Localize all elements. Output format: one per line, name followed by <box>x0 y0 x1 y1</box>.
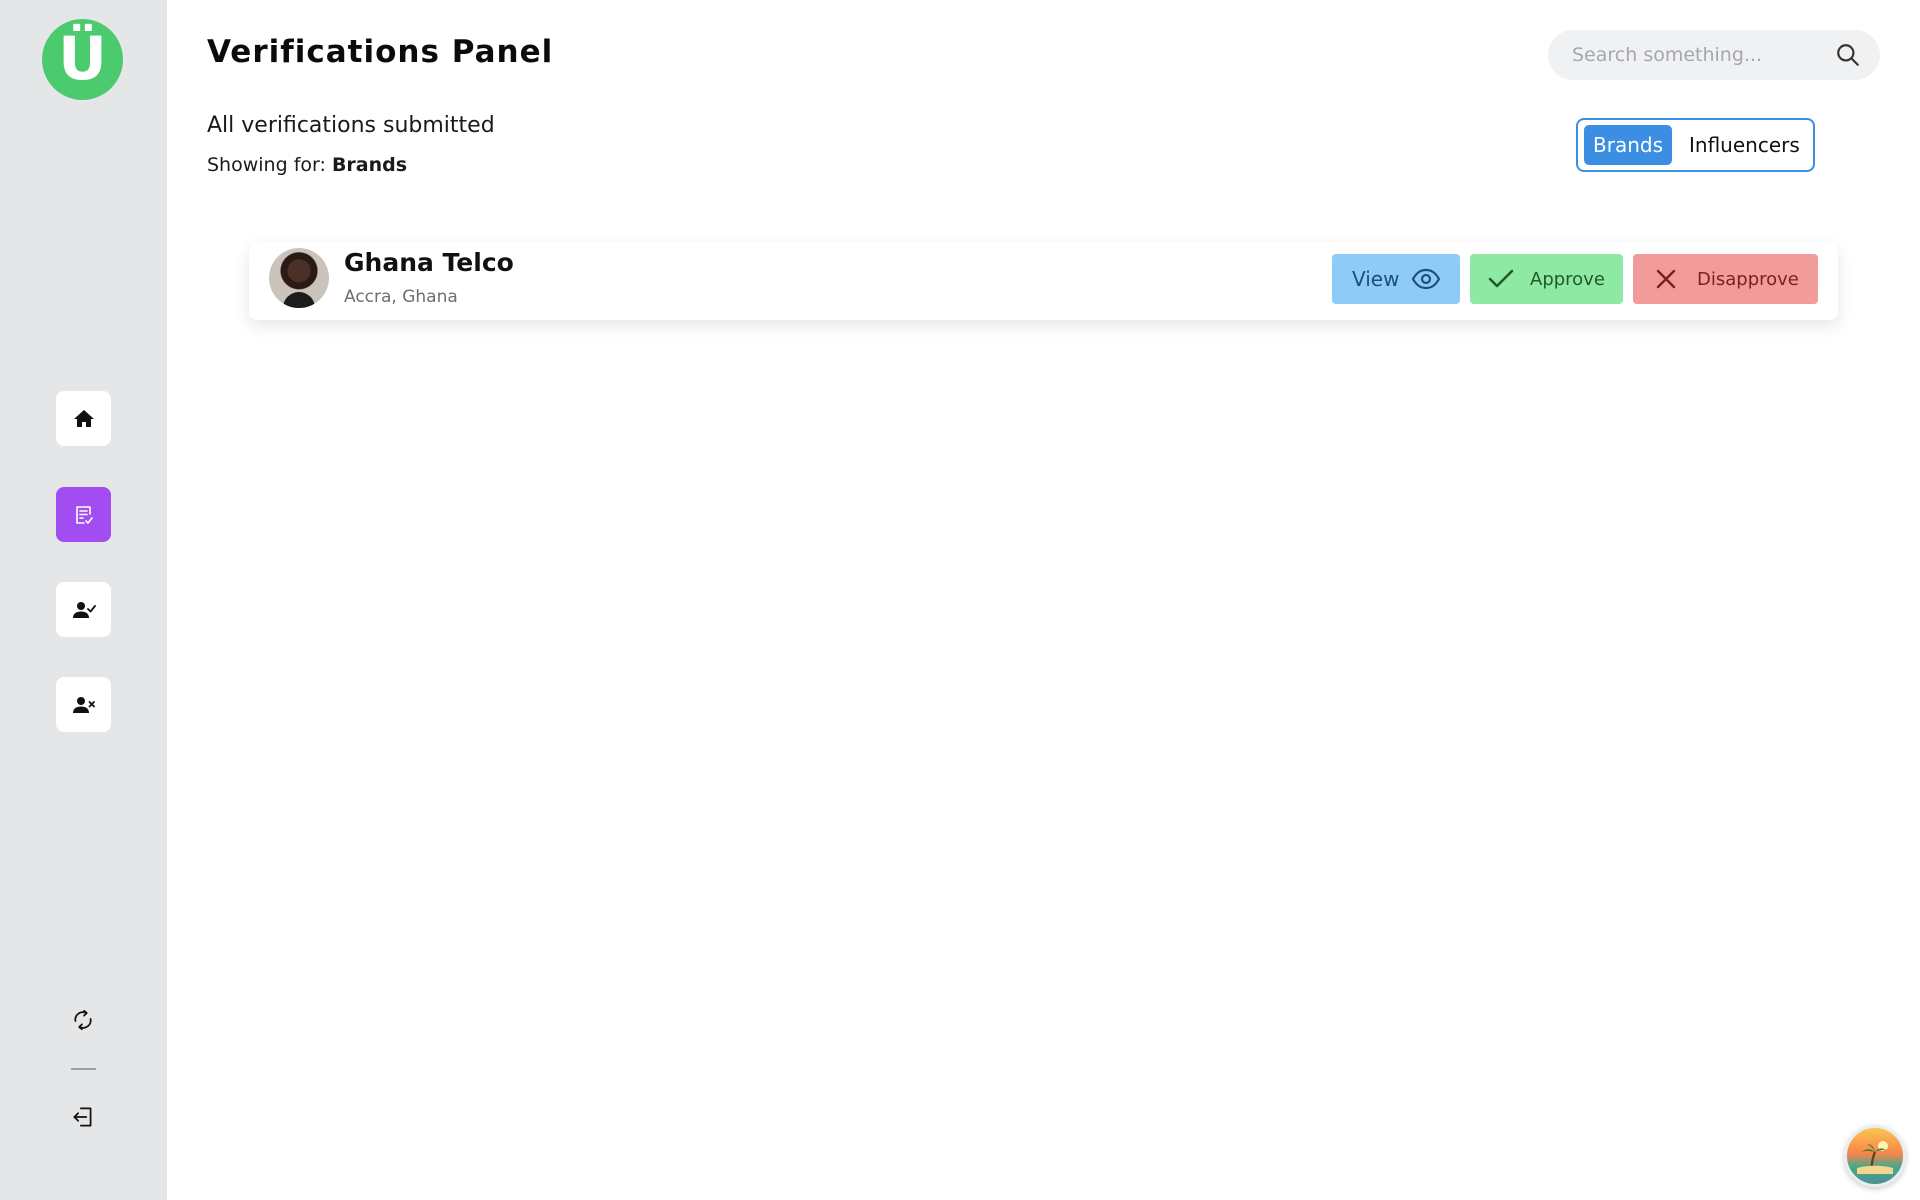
sidebar-item-home[interactable] <box>56 391 111 446</box>
disapprove-button[interactable]: Disapprove <box>1633 254 1818 304</box>
avatar <box>269 248 329 308</box>
toggle-influencers[interactable]: Influencers <box>1680 125 1809 165</box>
sidebar-divider <box>71 1068 96 1070</box>
home-icon <box>73 409 94 427</box>
user-check-icon <box>72 601 96 618</box>
sidebar-item-rejected-users[interactable] <box>56 677 111 732</box>
page-title: Verifications Panel <box>207 34 554 70</box>
view-label: View <box>1352 267 1400 291</box>
category-toggle: Brands Influencers <box>1576 118 1815 172</box>
approve-button[interactable]: Approve <box>1470 254 1623 304</box>
logout-icon <box>73 1107 92 1127</box>
sidebar: Ü <box>0 0 167 1200</box>
verification-card: Ghana Telco Accra, Ghana View Approve Di… <box>249 242 1838 320</box>
refresh-icon <box>74 1009 92 1031</box>
showing-for: Showing for: Brands <box>207 154 407 176</box>
search-icon[interactable] <box>1834 41 1862 69</box>
showing-value: Brands <box>331 154 408 176</box>
check-icon <box>1488 269 1514 288</box>
eye-icon <box>1412 268 1441 290</box>
record-location: Accra, Ghana <box>344 287 458 307</box>
approve-label: Approve <box>1530 268 1605 290</box>
search-bar <box>1548 30 1880 80</box>
user-avatar[interactable] <box>1844 1125 1906 1187</box>
view-button[interactable]: View <box>1332 254 1460 304</box>
logout-button[interactable] <box>68 1102 98 1132</box>
app-logo[interactable]: Ü <box>42 19 123 100</box>
sidebar-item-verified-users[interactable] <box>56 582 111 637</box>
sidebar-item-verifications[interactable] <box>56 487 111 542</box>
record-name: Ghana Telco <box>344 248 514 277</box>
logo-letter: Ü <box>58 23 107 94</box>
toggle-brands[interactable]: Brands <box>1584 125 1672 165</box>
close-icon <box>1656 269 1676 289</box>
checklist-icon <box>75 505 93 524</box>
disapprove-label: Disapprove <box>1697 268 1799 290</box>
section-subtitle: All verifications submitted <box>207 113 495 138</box>
refresh-button[interactable] <box>68 1005 98 1035</box>
showing-label: Showing for: <box>207 154 326 176</box>
search-input[interactable] <box>1572 44 1834 66</box>
palm-tree-icon <box>1857 1141 1893 1174</box>
user-x-icon <box>72 696 95 713</box>
